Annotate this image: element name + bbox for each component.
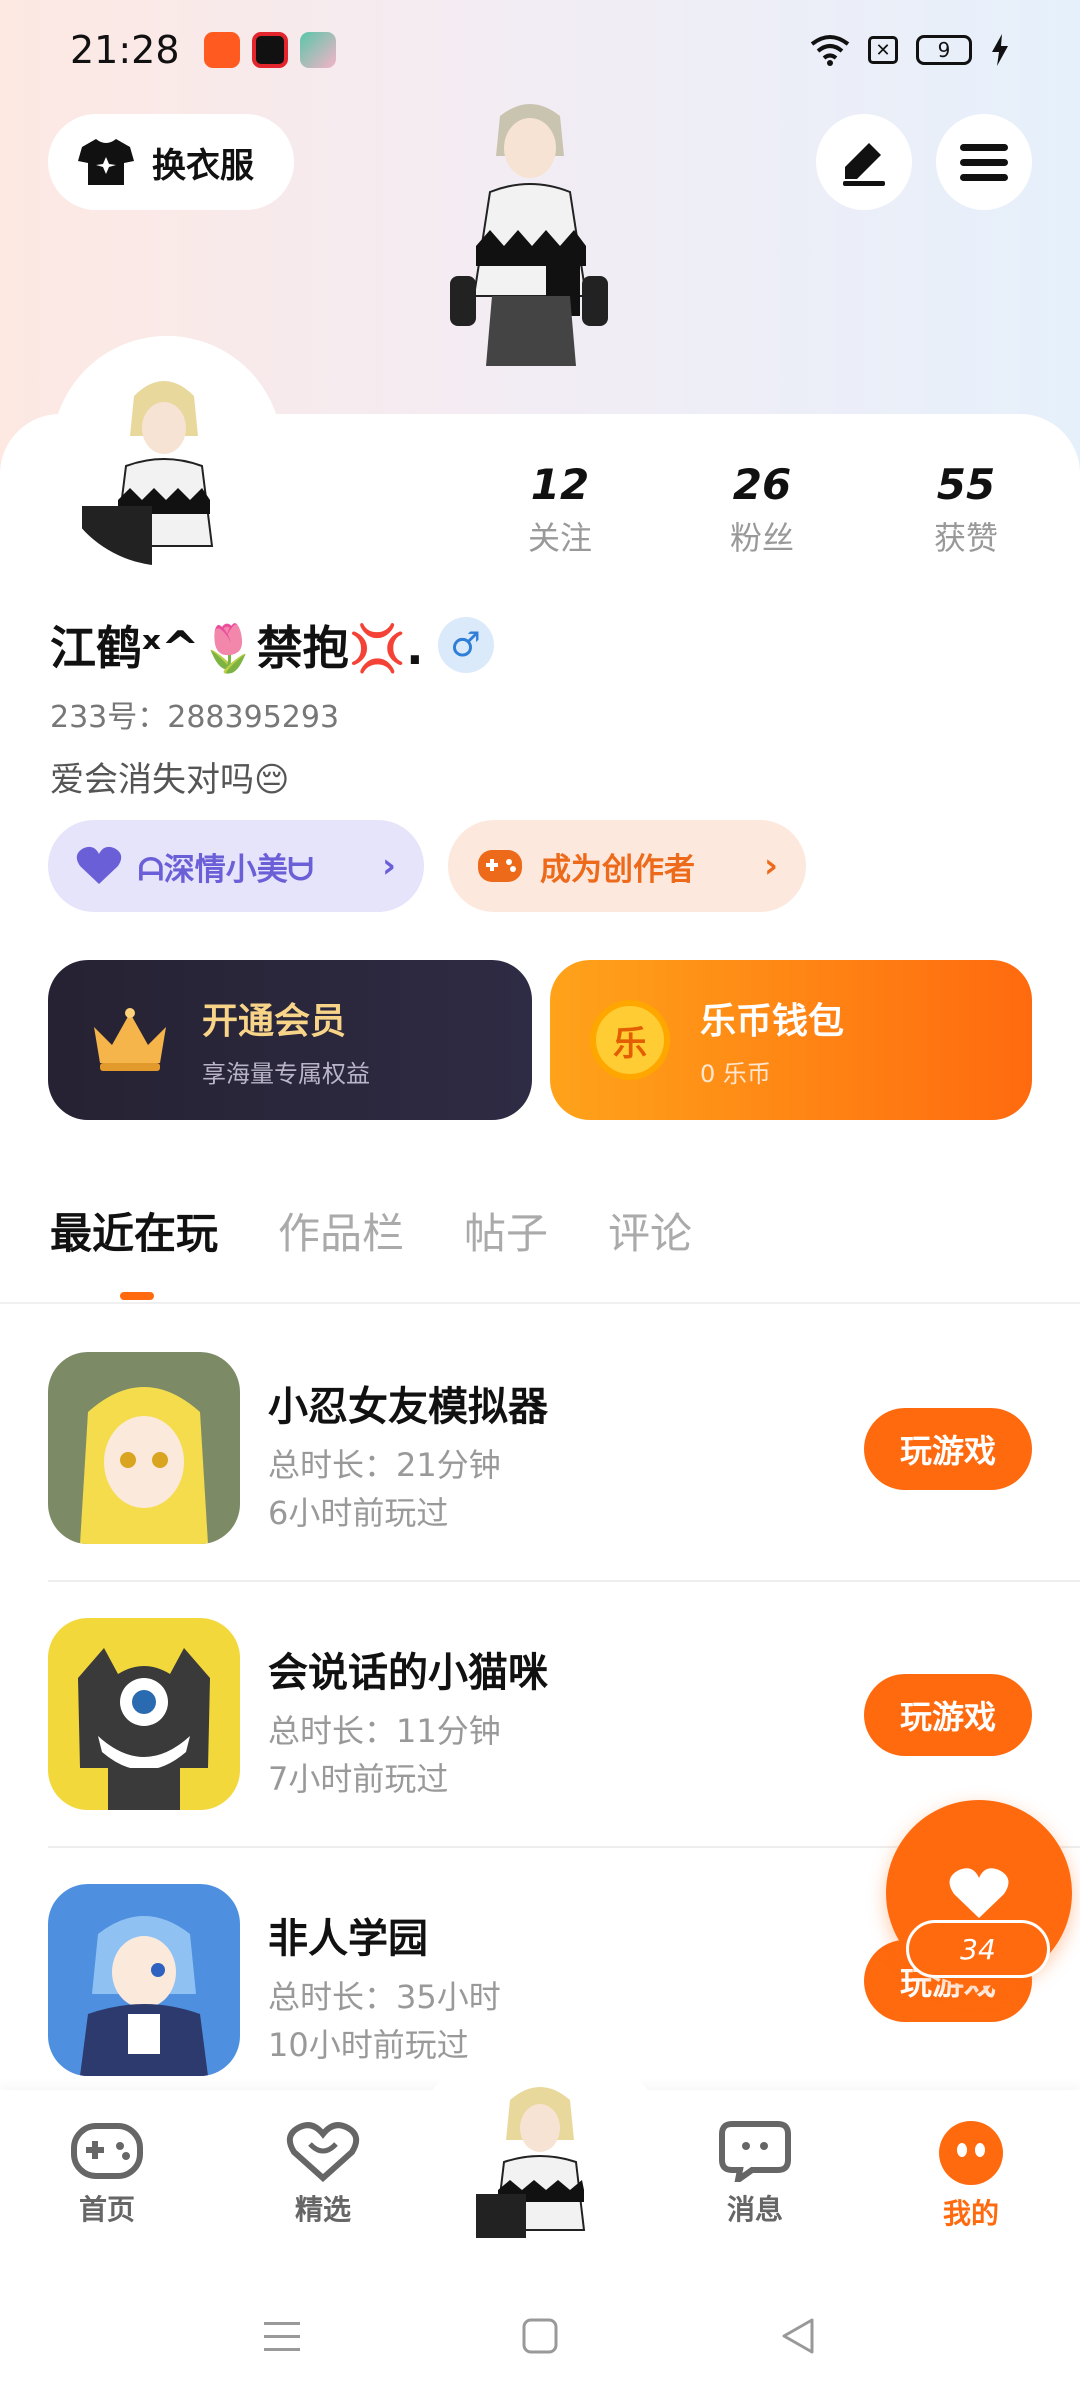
- intimacy-label: ᗩ深情小美ᗨ: [138, 851, 314, 888]
- bio: 爱会消失对吗😔: [50, 760, 290, 800]
- username-row: 江鹤ˣ^🌷禁抱💢. ♂: [50, 612, 494, 678]
- play-game-button[interactable]: 玩游戏: [864, 1674, 1032, 1756]
- heart-icon: [949, 1868, 1009, 1918]
- nav-featured[interactable]: 精选: [258, 2120, 388, 2228]
- edit-profile-button[interactable]: [816, 114, 912, 210]
- game-total-duration: 总时长：11分钟: [268, 1712, 501, 1750]
- tab-recently-played[interactable]: 最近在玩: [50, 1200, 218, 1261]
- profile-face-icon: [939, 2121, 1003, 2185]
- game-name: 小忍女友模拟器: [268, 1384, 548, 1430]
- video-record-icon: [251, 32, 288, 68]
- nav-messages-label: 消息: [726, 2193, 783, 2226]
- play-game-button[interactable]: 玩游戏: [864, 1408, 1032, 1490]
- game-total-duration: 总时长：21分钟: [268, 1446, 501, 1484]
- game-last-played: 6小时前玩过: [268, 1494, 449, 1532]
- followers-label: 粉丝: [729, 519, 794, 557]
- nav-me-label: 我的: [942, 2197, 999, 2230]
- nav-home[interactable]: 首页: [42, 2120, 172, 2228]
- nav-me[interactable]: 我的: [906, 2120, 1036, 2232]
- hamburger-menu-icon: [960, 144, 1008, 181]
- no-sim-icon: ✕: [868, 36, 898, 64]
- followers-count: 26: [732, 460, 792, 509]
- avatar[interactable]: [52, 336, 282, 566]
- wallet-card[interactable]: 乐 乐币钱包 0 乐币: [550, 960, 1032, 1120]
- back-icon[interactable]: [778, 2316, 818, 2356]
- vip-membership-card[interactable]: 开通会员 享海量专属权益: [48, 960, 532, 1120]
- active-tab-indicator: [120, 1292, 154, 1300]
- following-count: 12: [530, 460, 590, 509]
- battery-icon: 9: [916, 35, 972, 65]
- status-bar: 21:28 ✕ 9: [0, 0, 1080, 100]
- wallet-balance: 0 乐币: [700, 1059, 771, 1088]
- tshirt-icon: [78, 139, 134, 185]
- username: 江鹤ˣ^🌷禁抱💢.: [50, 621, 424, 675]
- game-last-played: 7小时前玩过: [268, 1760, 449, 1798]
- game-icon: [48, 1352, 240, 1544]
- following-stat[interactable]: 12 关注: [500, 460, 620, 559]
- row-divider: [48, 1580, 1080, 1582]
- gamepad-icon: [478, 850, 522, 882]
- chevron-right-icon: ›: [763, 846, 778, 886]
- game-name: 非人学园: [268, 1916, 428, 1962]
- avatar-character-illustration[interactable]: [430, 96, 630, 412]
- content-tabs: 最近在玩 作品栏 帖子 评论: [50, 1200, 692, 1261]
- game-last-played: 10小时前玩过: [268, 2026, 469, 2064]
- chevron-right-icon: ›: [381, 846, 396, 886]
- center-avatar-button[interactable]: [470, 2070, 610, 2240]
- wifi-icon: [810, 35, 850, 66]
- tabs-divider: [0, 1302, 1080, 1304]
- nav-home-label: 首页: [78, 2193, 135, 2226]
- following-label: 关注: [527, 519, 592, 557]
- like-count-badge: 34: [906, 1920, 1050, 1978]
- game-app-icon: [299, 32, 336, 68]
- game-total-duration: 总时长：35小时: [268, 1978, 501, 2016]
- game-row[interactable]: 会说话的小猫咪 总时长：11分钟 7小时前玩过 玩游戏: [48, 1618, 1032, 1884]
- nav-messages[interactable]: 消息: [690, 2120, 820, 2228]
- male-gender-icon: ♂: [437, 617, 494, 673]
- wallet-title: 乐币钱包: [700, 1000, 845, 1042]
- nav-featured-label: 精选: [294, 2193, 351, 2226]
- game-row[interactable]: 小忍女友模拟器 总时长：21分钟 6小时前玩过 玩游戏: [48, 1352, 1032, 1618]
- pencil-icon: [843, 143, 885, 186]
- vip-title: 开通会员: [202, 1000, 347, 1042]
- likes-label: 获赞: [933, 519, 998, 557]
- tab-comments[interactable]: 评论: [608, 1200, 692, 1261]
- game-icon: [48, 1884, 240, 2076]
- change-outfit-button[interactable]: 换衣服: [48, 114, 294, 210]
- status-time: 21:28: [70, 28, 180, 72]
- become-creator-label: 成为创作者: [540, 851, 695, 888]
- followers-stat[interactable]: 26 粉丝: [702, 460, 822, 559]
- kuaishou-icon: [203, 32, 240, 68]
- tab-works[interactable]: 作品栏: [278, 1200, 404, 1261]
- change-outfit-label: 换衣服: [152, 145, 254, 186]
- purple-heart-icon: [76, 846, 122, 884]
- recent-apps-icon[interactable]: [262, 2316, 302, 2356]
- game-icon: [48, 1618, 240, 1810]
- home-icon[interactable]: [520, 2316, 560, 2356]
- intimacy-pill[interactable]: ᗩ深情小美ᗨ ›: [48, 820, 424, 912]
- heart-chat-icon: [286, 2122, 360, 2182]
- game-name: 会说话的小猫咪: [268, 1650, 548, 1696]
- likes-count: 55: [936, 460, 996, 509]
- user-id[interactable]: 233号：288395293: [50, 692, 339, 736]
- charging-icon: [992, 34, 1008, 66]
- vip-subtitle: 享海量专属权益: [202, 1059, 370, 1088]
- likes-stat[interactable]: 55 获赞: [906, 460, 1026, 559]
- crown-icon: [94, 1008, 166, 1071]
- tab-posts[interactable]: 帖子: [464, 1200, 548, 1261]
- message-icon: [719, 2121, 791, 2182]
- menu-button[interactable]: [936, 114, 1032, 210]
- coin-icon: 乐: [590, 1000, 670, 1080]
- gamepad-icon: [71, 2123, 143, 2179]
- become-creator-pill[interactable]: 成为创作者 ›: [448, 820, 806, 912]
